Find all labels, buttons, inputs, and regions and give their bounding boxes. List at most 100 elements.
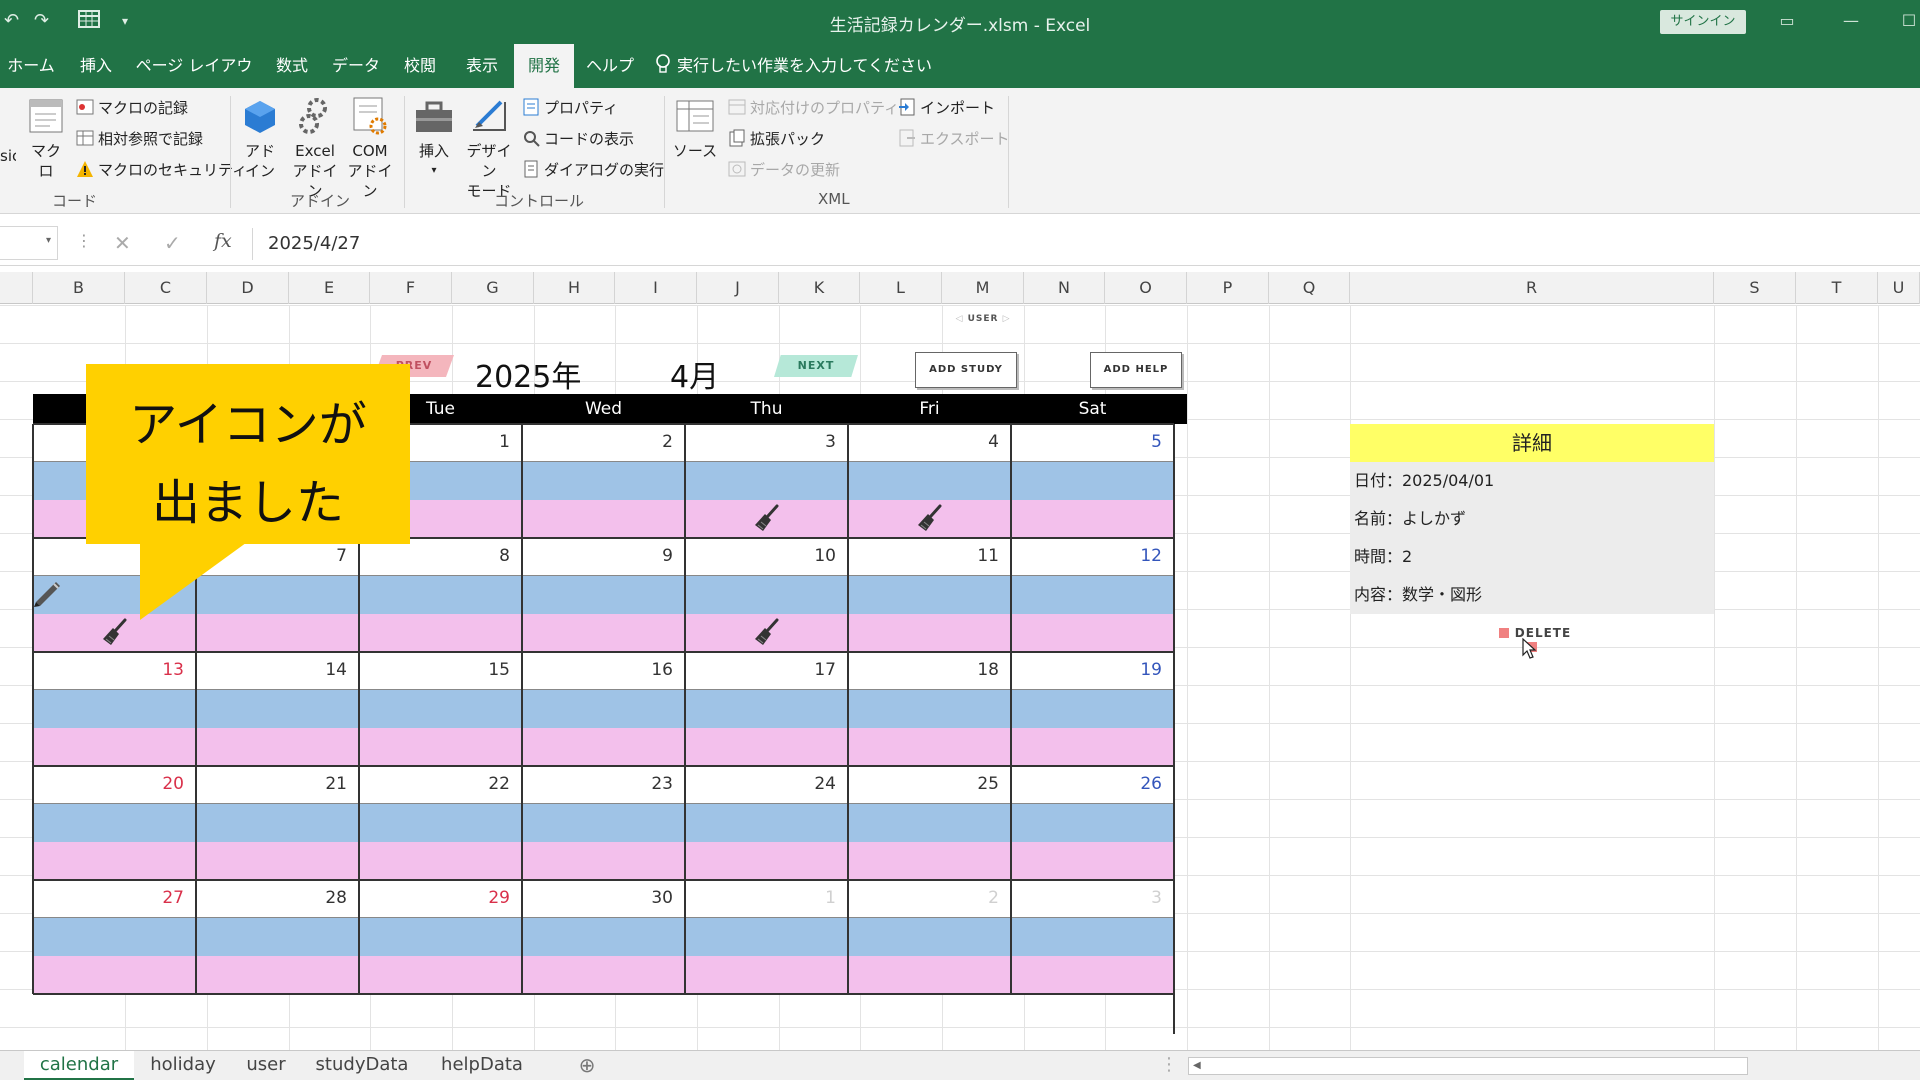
tab-insert[interactable]: 挿入 [70, 44, 122, 88]
run-dialog-button[interactable]: ダイアログの実行 [522, 159, 664, 180]
sheet-tab-studydata[interactable]: studyData [302, 1051, 422, 1080]
signin-button[interactable]: サインイン [1660, 10, 1746, 34]
insert-function-icon[interactable]: fx [214, 230, 232, 252]
column-header[interactable]: N [1024, 272, 1105, 304]
design-mode-button[interactable]: デザイン モード [460, 96, 518, 201]
calendar-day-number[interactable]: 2 [848, 888, 999, 908]
macros-button[interactable]: マクロ [24, 98, 68, 181]
calendar-day-number[interactable]: 14 [196, 660, 347, 680]
column-header[interactable]: J [697, 272, 779, 304]
calendar-day-number[interactable]: 8 [359, 546, 510, 566]
column-header[interactable]: P [1187, 272, 1269, 304]
column-header[interactable]: S [1714, 272, 1796, 304]
more-options-icon[interactable]: ⋮ [76, 231, 92, 250]
calendar-day-number[interactable]: 15 [359, 660, 510, 680]
visual-basic-button[interactable]: sic [0, 146, 16, 166]
column-header[interactable]: O [1105, 272, 1187, 304]
view-code-button[interactable]: コードの表示 [522, 128, 634, 149]
select-all-corner[interactable] [0, 272, 33, 304]
user-button[interactable]: ◁ USER ▷ [950, 312, 1016, 326]
tab-data[interactable]: データ [326, 44, 386, 88]
sheet-tab-calendar[interactable]: calendar [24, 1051, 134, 1080]
calendar-day-number[interactable]: 16 [522, 660, 673, 680]
calendar-day-number[interactable]: 18 [848, 660, 999, 680]
tab-formulas[interactable]: 数式 [266, 44, 318, 88]
tab-review[interactable]: 校閲 [394, 44, 446, 88]
tab-home[interactable]: ホーム [0, 44, 62, 88]
sheet-tab-helpdata[interactable]: helpData [424, 1051, 540, 1080]
calendar-day-number[interactable]: 9 [522, 546, 673, 566]
calendar-day-number[interactable]: 24 [685, 774, 836, 794]
column-header[interactable]: L [860, 272, 942, 304]
column-header[interactable]: R [1350, 272, 1714, 304]
broom-icon[interactable] [753, 503, 781, 533]
sheet-tab-holiday[interactable]: holiday [136, 1051, 230, 1080]
column-header[interactable]: E [289, 272, 370, 304]
help-band[interactable] [33, 728, 1174, 766]
enter-icon[interactable]: ✓ [164, 231, 181, 255]
formula-input[interactable]: 2025/4/27 [268, 233, 360, 254]
broom-icon[interactable] [753, 617, 781, 647]
refresh-data-button[interactable]: データの更新 [728, 159, 840, 180]
cancel-icon[interactable]: ✕ [114, 231, 131, 255]
record-macro-button[interactable]: マクロの記録 [76, 97, 188, 118]
calendar-day-number[interactable]: 20 [33, 774, 184, 794]
calendar-day-number[interactable]: 3 [685, 432, 836, 452]
map-properties-button[interactable]: 対応付けのプロパティ [728, 97, 899, 118]
calendar-day-number[interactable]: 28 [196, 888, 347, 908]
column-header[interactable]: K [779, 272, 860, 304]
sheet-tab-user[interactable]: user [232, 1051, 300, 1080]
calendar-day-number[interactable]: 1 [685, 888, 836, 908]
column-header[interactable]: C [125, 272, 207, 304]
calendar-day-number[interactable]: 22 [359, 774, 510, 794]
addins-button[interactable]: アド イン [238, 98, 282, 181]
scroll-left-icon[interactable]: ◀ [1193, 1058, 1201, 1074]
pencil-icon[interactable] [32, 576, 64, 608]
column-header[interactable]: B [33, 272, 125, 304]
study-band[interactable] [33, 804, 1174, 842]
tab-scroll-handle-icon[interactable]: ⋮ [1160, 1051, 1178, 1080]
macro-security-button[interactable]: マクロのセキュリティ [76, 159, 247, 180]
import-button[interactable]: インポート [898, 97, 995, 118]
column-header[interactable]: H [534, 272, 615, 304]
tell-me-search[interactable]: 実行したい作業を入力してください [655, 44, 932, 88]
horizontal-scrollbar[interactable]: ◀ [1188, 1057, 1748, 1075]
calendar-day-number[interactable]: 12 [1011, 546, 1162, 566]
calendar-day-number[interactable]: 3 [1011, 888, 1162, 908]
relative-reference-button[interactable]: 相対参照で記録 [76, 128, 203, 149]
column-header[interactable]: I [615, 272, 697, 304]
calendar-day-number[interactable]: 23 [522, 774, 673, 794]
study-band[interactable] [33, 918, 1174, 956]
broom-icon[interactable] [916, 503, 944, 533]
minimize-icon[interactable]: — [1836, 8, 1866, 34]
column-header[interactable]: F [370, 272, 452, 304]
calendar-day-number[interactable]: 27 [33, 888, 184, 908]
tab-developer[interactable]: 開発 [514, 44, 574, 88]
ribbon-display-icon[interactable]: ▭ [1772, 8, 1802, 34]
broom-icon[interactable] [101, 617, 129, 647]
excel-addins-button[interactable]: Excel アドイン [288, 96, 342, 201]
help-band[interactable] [33, 956, 1174, 994]
tab-help[interactable]: ヘルプ [580, 44, 640, 88]
calendar-day-number[interactable]: 26 [1011, 774, 1162, 794]
maximize-icon[interactable]: ☐ [1894, 8, 1920, 34]
name-box-dropdown-icon[interactable]: ▾ [46, 235, 51, 246]
calendar-day-number[interactable]: 2 [522, 432, 673, 452]
name-box[interactable]: ▾ [0, 226, 58, 260]
calendar-day-number[interactable]: 29 [359, 888, 510, 908]
xml-source-button[interactable]: ソース [672, 98, 718, 161]
export-button[interactable]: エクスポート [898, 128, 1010, 149]
column-header[interactable]: D [207, 272, 289, 304]
calendar-day-number[interactable]: 19 [1011, 660, 1162, 680]
column-header[interactable]: T [1796, 272, 1878, 304]
com-addins-button[interactable]: COM アドイン [342, 96, 398, 201]
calendar-day-number[interactable]: 25 [848, 774, 999, 794]
calendar-day-number[interactable]: 4 [848, 432, 999, 452]
calendar-day-number[interactable]: 17 [685, 660, 836, 680]
properties-button[interactable]: プロパティ [522, 97, 618, 118]
calendar-day-number[interactable]: 21 [196, 774, 347, 794]
next-month-button[interactable]: NEXT [774, 355, 858, 377]
column-header[interactable]: M [942, 272, 1024, 304]
calendar-day-number[interactable]: 5 [1011, 432, 1162, 452]
calendar-day-number[interactable]: 30 [522, 888, 673, 908]
